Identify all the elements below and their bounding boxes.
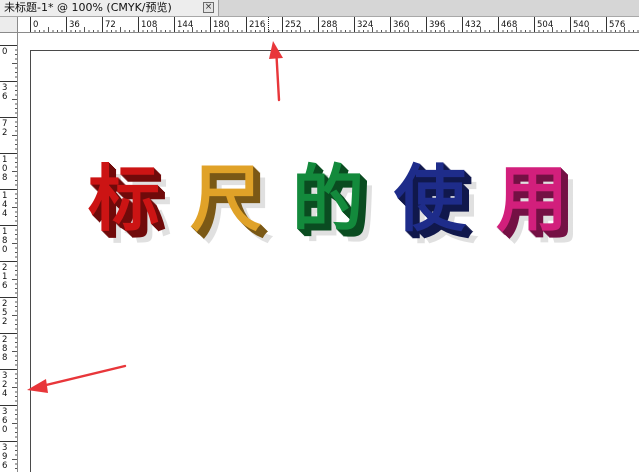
- headline-char: 标标标标标标标标标: [88, 157, 172, 253]
- headline-char: 尺尺尺尺尺尺尺尺尺: [190, 157, 274, 253]
- svg-text:的: 的: [292, 157, 364, 241]
- horizontal-ruler-label: 360: [393, 20, 409, 30]
- headline-3d-text: 标标标标标标标标标 尺尺尺尺尺尺尺尺尺 的的的的的的的的的 使使使使使使使使使 用用用用…: [88, 157, 580, 253]
- document-tab[interactable]: 未标题-1* @ 100% (CMYK/预览) ×: [0, 0, 219, 16]
- close-icon[interactable]: ×: [203, 2, 214, 13]
- horizontal-ruler-label: 504: [537, 20, 553, 30]
- vertical-ruler-label: 72: [2, 119, 7, 138]
- horizontal-ruler-scale: 0 36 72 108 144 180 216 252 288 324 360 396 432 468 50…: [30, 17, 639, 32]
- vertical-ruler-label: 360: [2, 407, 7, 435]
- horizontal-ruler-label: 216: [249, 20, 265, 30]
- document-tab-bar: 未标题-1* @ 100% (CMYK/预览) ×: [0, 0, 639, 17]
- horizontal-ruler-label: 540: [573, 20, 589, 30]
- svg-text:标: 标: [88, 157, 160, 241]
- horizontal-ruler-label: 288: [321, 20, 337, 30]
- vertical-ruler-label: 180: [2, 227, 7, 255]
- horizontal-ruler-label: 324: [357, 20, 373, 30]
- vertical-ruler-label: 36: [2, 83, 7, 102]
- svg-text:使: 使: [394, 157, 467, 241]
- canvas-edge-left: [30, 50, 31, 472]
- horizontal-ruler-label: 252: [285, 20, 301, 30]
- horizontal-ruler-label: 36: [69, 20, 80, 30]
- horizontal-ruler-label: 576: [609, 20, 625, 30]
- horizontal-ruler-label: 180: [213, 20, 229, 30]
- vertical-ruler-label: 252: [2, 299, 7, 327]
- horizontal-ruler-label: 144: [177, 20, 193, 30]
- vertical-ruler-scale: 0 3 6 7 2 1 0 8 1 4 4 1 8 0 2 1 6 2 5 2 2 8 8 3 2 4 3 6 0 3 9 6: [0, 45, 17, 471]
- horizontal-ruler[interactable]: 0 36 72 108 144 180 216 252 288 324 360 396 432 468 50…: [18, 17, 639, 33]
- ruler-origin-corner[interactable]: [0, 17, 18, 33]
- headline-char: 用用用用用用用用用: [496, 157, 580, 253]
- vertical-ruler-label: 324: [2, 371, 7, 399]
- vertical-ruler-label: 144: [2, 191, 7, 219]
- headline-char: 使使使使使使使使使: [394, 157, 479, 253]
- vertical-ruler[interactable]: 0 36 72 108 144 180 216 252 288 324 360 396: [0, 33, 18, 472]
- vertical-ruler-label: 216: [2, 263, 7, 291]
- horizontal-ruler-label: 72: [105, 20, 116, 30]
- horizontal-ruler-label: 468: [501, 20, 517, 30]
- headline-artwork[interactable]: 标标标标标标标标标尺尺尺尺尺尺尺尺尺的的的的的的的的的使使使使使使使使使用用用用…: [80, 140, 620, 260]
- vertical-ruler-label: 288: [2, 335, 7, 363]
- headline-char: 的的的的的的的的的: [292, 157, 376, 253]
- vertical-ruler-label: 108: [2, 155, 7, 183]
- horizontal-ruler-label: 0: [33, 20, 38, 30]
- svg-text:尺: 尺: [190, 157, 262, 241]
- svg-text:用: 用: [496, 157, 568, 241]
- document-tab-title: 未标题-1* @ 100% (CMYK/预览): [4, 1, 172, 14]
- vertical-ruler-label: 396: [2, 443, 7, 471]
- horizontal-ruler-label: 396: [429, 20, 445, 30]
- horizontal-ruler-label: 432: [465, 20, 481, 30]
- horizontal-ruler-label: 108: [141, 20, 157, 30]
- vertical-ruler-label: 0: [2, 47, 7, 57]
- canvas-edge-top: [30, 50, 639, 51]
